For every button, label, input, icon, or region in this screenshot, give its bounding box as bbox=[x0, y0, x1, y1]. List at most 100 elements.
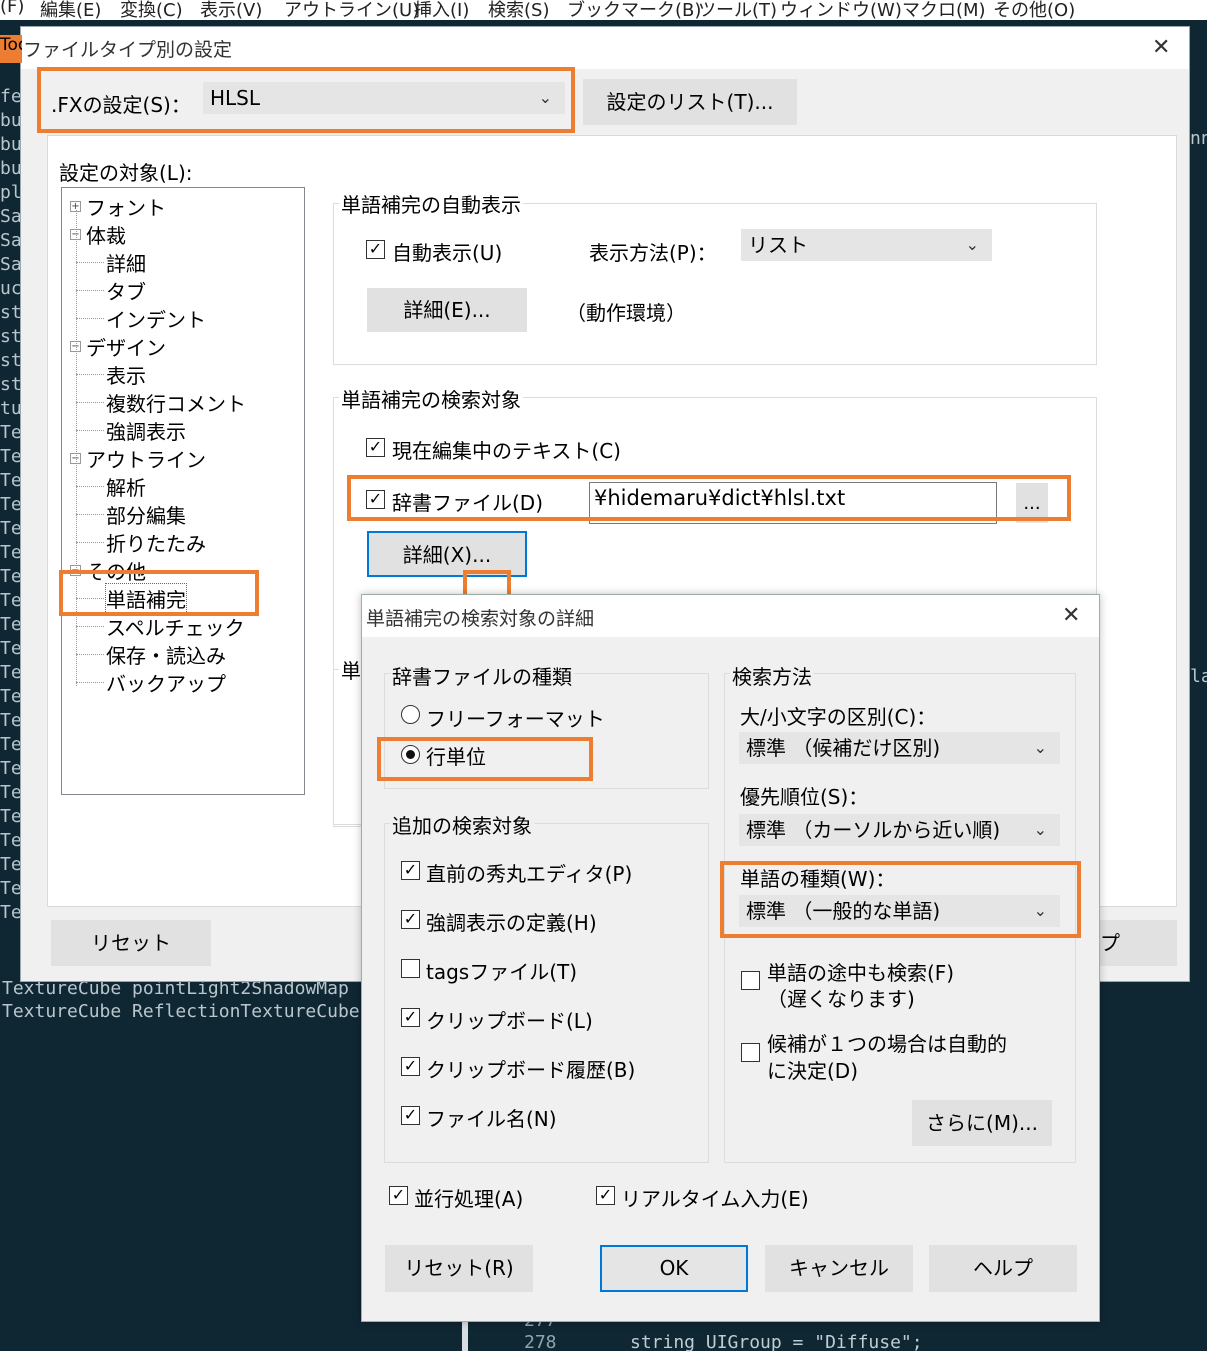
tree-item[interactable]: アウトライン bbox=[86, 444, 206, 473]
auto-display-group-title: 単語補完の自動表示 bbox=[339, 189, 523, 218]
hidden-group bbox=[333, 669, 363, 825]
target-label: 設定の対象(L): bbox=[59, 161, 193, 185]
priority-combo[interactable]: 標準 （カーソルから近い順) ⌄ bbox=[739, 814, 1060, 846]
tree-item[interactable]: 解析 bbox=[106, 472, 146, 501]
mid-search-checkbox[interactable] bbox=[741, 971, 760, 990]
chevron-down-icon: ⌄ bbox=[1033, 820, 1047, 839]
editor-code-line: TextureCube ReflectionTextureCube bbox=[2, 1001, 360, 1022]
close-icon[interactable]: ✕ bbox=[1152, 37, 1170, 59]
main-reset-button[interactable]: リセット bbox=[51, 920, 211, 966]
auto-decide-checkbox[interactable] bbox=[741, 1043, 760, 1062]
title-prefix: Too bbox=[0, 35, 22, 63]
menu-item[interactable]: (F) bbox=[0, 0, 24, 17]
parallel-checkbox[interactable]: ✓ bbox=[389, 1186, 408, 1205]
tree-item[interactable]: インデント bbox=[106, 304, 206, 333]
editor-line-fragment: fe bbox=[0, 86, 22, 107]
realtime-checkbox[interactable]: ✓ bbox=[596, 1186, 615, 1205]
menu-bar: (F) 編集(E) 変換(C) 表示(V) アウトライン(U) 挿入(I) 検索(S) ブック… bbox=[0, 0, 1207, 20]
editor-line-fragment: bu bbox=[0, 110, 22, 131]
auto-details-button[interactable]: 詳細(E)... bbox=[367, 288, 527, 332]
menu-item[interactable]: ブックマーク(B) bbox=[567, 0, 701, 20]
case-value: 標準 （候補だけ区別) bbox=[746, 736, 941, 760]
additional-label: ファイル名(N) bbox=[426, 1107, 557, 1131]
tree-item[interactable]: フォント bbox=[86, 192, 166, 221]
menu-item[interactable]: ツール(T) bbox=[698, 0, 777, 20]
additional-checkbox[interactable] bbox=[401, 959, 420, 978]
check-icon: ✓ bbox=[391, 1185, 406, 1204]
tree-item[interactable]: 体裁 bbox=[86, 220, 126, 249]
menu-item[interactable]: アウトライン(U) bbox=[284, 0, 419, 20]
display-method-label: 表示方法(P)： bbox=[589, 241, 717, 265]
dialog-title-bar: Too ファイルタイプ別の設定 ✕ bbox=[0, 27, 1189, 69]
display-method-combo[interactable]: リスト ⌄ bbox=[741, 229, 992, 261]
case-label: 大/小文字の区別(C)： bbox=[740, 705, 937, 729]
menu-item[interactable]: 変換(C) bbox=[120, 0, 183, 20]
additional-label: 直前の秀丸エディタ(P) bbox=[426, 862, 633, 886]
menu-item[interactable]: 表示(V) bbox=[200, 0, 262, 20]
hidden-group-title: 単 bbox=[339, 655, 363, 684]
tree-item[interactable]: タブ bbox=[106, 276, 146, 305]
menu-item[interactable]: 編集(E) bbox=[40, 0, 101, 20]
additional-title: 追加の検索対象 bbox=[390, 810, 534, 839]
more-button[interactable]: さらに(M)... bbox=[912, 1100, 1052, 1146]
tree-item[interactable]: 部分編集 bbox=[106, 500, 186, 529]
menu-item[interactable]: 検索(S) bbox=[488, 0, 549, 20]
highlight-line-unit bbox=[377, 737, 593, 781]
env-note: （動作環境） bbox=[566, 301, 686, 325]
tree-item[interactable]: スペルチェック bbox=[106, 612, 245, 641]
menu-item[interactable]: 挿入(I) bbox=[414, 0, 469, 20]
case-combo[interactable]: 標準 （候補だけ区別) ⌄ bbox=[739, 732, 1060, 764]
realtime-label: リアルタイム入力(E) bbox=[621, 1187, 809, 1211]
cancel-button[interactable]: キャンセル bbox=[765, 1245, 913, 1292]
radio-free-format[interactable] bbox=[401, 705, 420, 724]
search-target-details-dialog: 単語補完の検索対象の詳細 ✕ 辞書ファイルの種類 フリーフォーマット 行単位 追… bbox=[361, 594, 1100, 1322]
highlight-word-completion bbox=[59, 570, 259, 616]
menu-item[interactable]: ウィンドウ(W) bbox=[780, 0, 902, 20]
tree-item[interactable]: 折りたたみ bbox=[106, 528, 206, 557]
auto-decide-label-1: 候補が１つの場合は自動的 bbox=[767, 1032, 1007, 1056]
chevron-down-icon: ⌄ bbox=[1033, 738, 1047, 757]
check-icon: ✓ bbox=[403, 909, 418, 928]
check-icon: ✓ bbox=[598, 1185, 613, 1204]
tree-item[interactable]: デザイン bbox=[86, 332, 166, 361]
main-help-button[interactable]: プ bbox=[1097, 920, 1177, 966]
editor-bottom-code: string UIGroup = "Diffuse"; bbox=[630, 1332, 923, 1353]
search-method-title: 検索方法 bbox=[730, 661, 814, 690]
tree-item[interactable]: 保存・読込み bbox=[106, 640, 226, 669]
help-button[interactable]: ヘルプ bbox=[929, 1245, 1077, 1292]
tree-connector bbox=[76, 374, 104, 375]
close-icon[interactable]: ✕ bbox=[1062, 605, 1080, 627]
dialog-title: ファイルタイプ別の設定 bbox=[23, 39, 233, 61]
priority-label: 優先順位(S)： bbox=[740, 785, 869, 809]
tree-item[interactable]: 詳細 bbox=[106, 248, 146, 277]
settings-tree[interactable]: + フォント − 体裁 詳細 タブ インデント − デザイン 表示 複数行コメント 強調表示 − アウトラ… bbox=[61, 187, 305, 795]
tree-connector bbox=[76, 682, 104, 683]
additional-checkbox[interactable]: ✓ bbox=[401, 861, 420, 880]
auto-show-label: 自動表示(U) bbox=[392, 241, 503, 265]
additional-checkbox[interactable]: ✓ bbox=[401, 910, 420, 929]
auto-display-group bbox=[333, 203, 1097, 365]
editor-line-fragment: bu bbox=[0, 134, 22, 155]
additional-checkbox[interactable]: ✓ bbox=[401, 1008, 420, 1027]
editor-line-fragment: pl bbox=[0, 182, 22, 203]
menu-item[interactable]: マクロ(M) bbox=[902, 0, 986, 20]
tree-connector bbox=[76, 262, 104, 263]
current-text-label: 現在編集中のテキスト(C) bbox=[392, 439, 621, 463]
additional-checkbox[interactable]: ✓ bbox=[401, 1057, 420, 1076]
display-method-value: リスト bbox=[748, 233, 808, 257]
menu-item[interactable]: その他(O) bbox=[993, 0, 1075, 20]
settings-list-button[interactable]: 設定のリスト(T)... bbox=[583, 79, 797, 125]
check-icon: ✓ bbox=[368, 437, 383, 456]
highlight-word-type bbox=[720, 861, 1081, 938]
auto-show-checkbox[interactable]: ✓ bbox=[366, 240, 385, 259]
tree-item[interactable]: 複数行コメント bbox=[106, 388, 246, 417]
sub-reset-button[interactable]: リセット(R) bbox=[385, 1245, 533, 1292]
free-format-label: フリーフォーマット bbox=[426, 707, 605, 731]
tree-item[interactable]: バックアップ bbox=[106, 668, 226, 697]
tree-item[interactable]: 表示 bbox=[106, 360, 146, 389]
additional-checkbox[interactable]: ✓ bbox=[401, 1106, 420, 1125]
dict-type-title: 辞書ファイルの種類 bbox=[390, 661, 574, 690]
ok-button[interactable]: OK bbox=[600, 1245, 748, 1292]
tree-item[interactable]: 強調表示 bbox=[106, 416, 186, 445]
current-text-checkbox[interactable]: ✓ bbox=[366, 438, 385, 457]
